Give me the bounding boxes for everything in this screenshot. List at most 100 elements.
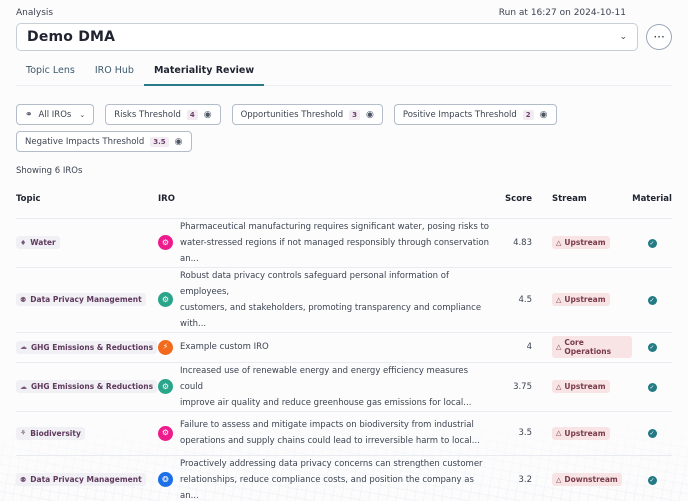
table-row[interactable]: ⚉ Data Privacy Management ❂ Proactively … — [16, 454, 672, 501]
iro-cell: ❂ Proactively addressing data privacy co… — [158, 454, 492, 501]
topic-pill[interactable]: ☁ GHG Emissions & Reductions — [16, 340, 158, 354]
opportunity-icon: ❂ — [158, 472, 173, 487]
more-options-button[interactable]: ··· — [646, 24, 672, 50]
topic-label: GHG Emissions & Reductions — [31, 342, 154, 352]
stream-cell: △ Upstream — [552, 217, 632, 267]
table-row[interactable]: ☁ GHG Emissions & Reductions ⚡ Example c… — [16, 331, 672, 362]
iro-table: Topic IRO Score Stream Material ♦ Water … — [16, 192, 672, 501]
topic-label: Data Privacy Management — [30, 295, 142, 304]
eye-icon[interactable]: ◉ — [366, 110, 374, 120]
positive-impact-icon: ⚙ — [158, 292, 173, 307]
stream-cell: △ Upstream — [552, 410, 632, 455]
stream-label: Downstream — [564, 475, 618, 484]
check-circle-icon: ✓ — [647, 295, 657, 305]
positive-impacts-threshold-chip[interactable]: Positive Impacts Threshold 2 ◉ — [393, 104, 557, 125]
filter-bar: ⚭ All IROs ⌄ Risks Threshold 4 ◉ Opportu… — [16, 104, 576, 152]
lightbulb-icon: ⚉ — [20, 475, 27, 484]
iro-line-2: improve air quality and reduce greenhous… — [180, 397, 472, 408]
column-header-material[interactable]: Material — [632, 192, 672, 218]
tab-topic-lens[interactable]: Topic Lens — [16, 61, 85, 85]
iro-line-2: customers, and stakeholders, promoting t… — [180, 302, 482, 329]
analysis-select-value: Demo DMA — [27, 29, 116, 45]
topic-cell: ♦ Water — [16, 217, 158, 267]
droplet-icon: ♦ — [20, 238, 27, 247]
eye-icon[interactable]: ◉ — [204, 110, 212, 120]
link-filter-icon: ⚭ — [25, 109, 33, 120]
topic-label: Data Privacy Management — [30, 475, 142, 484]
iro-line-1: Pharmaceutical manufacturing requires si… — [180, 221, 489, 232]
score-cell: 3.5 — [492, 410, 552, 455]
iro-line-1: Failure to assess and mitigate impacts o… — [180, 420, 474, 430]
stream-badge: △ Upstream — [552, 236, 610, 249]
stream-cell: △ Downstream — [552, 454, 632, 501]
check-circle-icon: ✓ — [647, 429, 657, 438]
iro-cell: ⚙ Pharmaceutical manufacturing requires … — [158, 217, 492, 267]
threshold-label: Positive Impacts Threshold — [402, 109, 517, 120]
threshold-value: 2 — [522, 109, 534, 120]
topic-pill[interactable]: ☁ GHG Emissions & Reductions — [16, 380, 158, 393]
topic-label: Biodiversity — [30, 428, 81, 438]
material-cell: ✓ — [632, 266, 672, 332]
iro-description[interactable]: Increased use of renewable energy and en… — [180, 363, 492, 411]
tab-materiality-review[interactable]: Materiality Review — [143, 61, 265, 86]
table-row[interactable]: ♦ Water ⚙ Pharmaceutical manufacturing r… — [16, 217, 672, 267]
eye-icon[interactable]: ◉ — [540, 110, 548, 120]
negative-impacts-threshold-chip[interactable]: Negative Impacts Threshold 3.5 ◉ — [16, 131, 192, 152]
iro-description[interactable]: Example custom IRO — [180, 339, 269, 355]
topic-label: Water — [30, 238, 56, 247]
material-cell: ✓ — [632, 361, 672, 411]
material-cell: ✓ — [632, 217, 672, 267]
topic-pill[interactable]: ⚉ Data Privacy Management — [16, 293, 146, 306]
eye-icon[interactable]: ◉ — [175, 137, 183, 147]
analysis-select[interactable]: Demo DMA ⌄ — [16, 23, 639, 51]
topic-cell: ⚉ Data Privacy Management — [16, 266, 158, 332]
table-row[interactable]: ⚉ Data Privacy Management ⚙ Robust data … — [16, 266, 672, 332]
threshold-value: 4 — [186, 109, 198, 120]
topic-pill[interactable]: ⚘ Biodiversity — [16, 426, 85, 440]
iro-description[interactable]: Pharmaceutical manufacturing requires si… — [180, 219, 492, 267]
threshold-label: Risks Threshold — [114, 109, 181, 120]
iro-line-2: operations and supply chains could lead … — [180, 436, 480, 446]
column-header-iro[interactable]: IRO — [158, 192, 492, 218]
iro-description[interactable]: Failure to assess and mitigate impacts o… — [180, 417, 480, 449]
negative-impact-icon: ⚙ — [158, 425, 173, 441]
iro-line-1: Example custom IRO — [180, 342, 269, 352]
material-cell: ✓ — [632, 454, 672, 501]
table-row[interactable]: ⚘ Biodiversity ⚙ Failure to assess and m… — [16, 410, 672, 455]
score-cell: 4.5 — [492, 266, 552, 332]
table-header-row: Topic IRO Score Stream Material — [16, 192, 672, 218]
iro-cell: ⚡ Example custom IRO — [158, 331, 492, 362]
iro-cell: ⚙ Failure to assess and mitigate impacts… — [158, 410, 492, 455]
iro-description[interactable]: Proactively addressing data privacy conc… — [180, 456, 492, 501]
topic-cell: ☁ GHG Emissions & Reductions — [16, 331, 158, 362]
results-count: Showing 6 IROs — [16, 166, 83, 176]
threshold-label: Opportunities Threshold — [240, 109, 344, 120]
stream-cell: △ Upstream — [552, 266, 632, 332]
check-circle-icon: ✓ — [647, 382, 657, 392]
check-circle-icon: ✓ — [647, 343, 657, 352]
topic-pill[interactable]: ⚉ Data Privacy Management — [16, 473, 146, 486]
iro-description[interactable]: Robust data privacy controls safeguard p… — [180, 268, 492, 332]
chevron-down-icon: ⌄ — [79, 110, 86, 119]
table-row[interactable]: ☁ GHG Emissions & Reductions ⚙ Increased… — [16, 361, 672, 411]
column-header-score[interactable]: Score — [492, 192, 552, 218]
cloud-icon: ☁ — [20, 343, 27, 351]
mountain-icon: △ — [556, 382, 562, 391]
header-row: Analysis Run at 16:27 on 2024-10-11 — [16, 6, 672, 18]
check-circle-icon: ✓ — [647, 238, 657, 248]
column-header-stream[interactable]: Stream — [552, 192, 632, 218]
risks-threshold-chip[interactable]: Risks Threshold 4 ◉ — [105, 104, 221, 125]
lightbulb-icon: ⚉ — [20, 295, 27, 304]
check-circle-icon: ✓ — [647, 475, 657, 485]
opportunities-threshold-chip[interactable]: Opportunities Threshold 3 ◉ — [231, 104, 383, 125]
chevron-down-icon: ⌄ — [619, 32, 628, 42]
tab-iro-hub[interactable]: IRO Hub — [85, 61, 144, 85]
iro-line-2: water-stressed regions if not managed re… — [180, 237, 489, 264]
topic-pill[interactable]: ♦ Water — [16, 236, 60, 249]
topic-label: GHG Emissions & Reductions — [31, 382, 154, 391]
page: Analysis Run at 16:27 on 2024-10-11 Demo… — [0, 0, 688, 501]
stream-cell: △ Upstream — [552, 361, 632, 411]
all-iros-filter[interactable]: ⚭ All IROs ⌄ — [16, 104, 95, 125]
run-timestamp: Run at 16:27 on 2024-10-11 — [498, 8, 626, 18]
column-header-topic[interactable]: Topic — [16, 192, 158, 218]
